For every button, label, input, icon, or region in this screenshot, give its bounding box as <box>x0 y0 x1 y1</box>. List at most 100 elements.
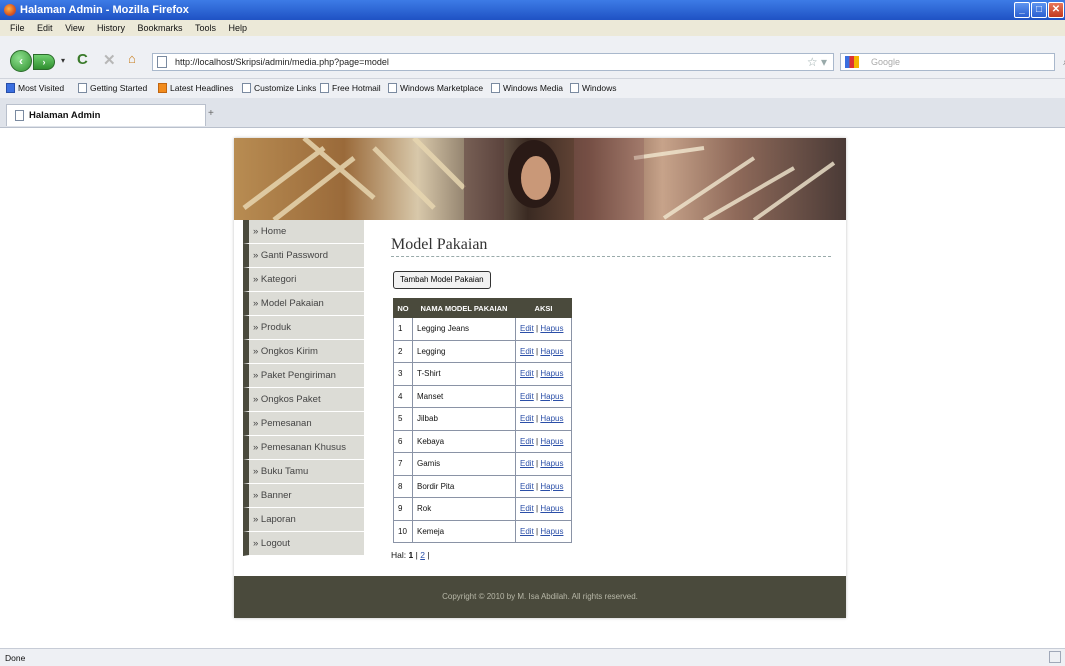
sidebar-item-ganti-password[interactable]: » Ganti Password <box>243 244 364 268</box>
bookmark-windows-marketplace[interactable]: Windows Marketplace <box>388 83 483 93</box>
add-model-button[interactable]: Tambah Model Pakaian <box>393 271 491 289</box>
bookmarks-toolbar: Most Visited Getting Started Latest Head… <box>0 78 1065 98</box>
edit-link[interactable]: Edit <box>520 437 534 446</box>
web-page: » Home » Ganti Password » Kategori » Mod… <box>234 138 846 618</box>
menu-history[interactable]: History <box>97 20 125 36</box>
delete-link[interactable]: Hapus <box>540 527 563 536</box>
delete-link[interactable]: Hapus <box>540 504 563 513</box>
minimize-button[interactable]: _ <box>1014 2 1030 18</box>
sidebar-item-pemesanan-khusus[interactable]: » Pemesanan Khusus <box>243 436 364 460</box>
delete-link[interactable]: Hapus <box>540 324 563 333</box>
forward-button[interactable]: › <box>33 54 55 70</box>
cell-action: Edit | Hapus <box>515 317 572 341</box>
menu-file[interactable]: File <box>10 20 25 36</box>
google-icon[interactable] <box>845 56 859 68</box>
page-footer: Copyright © 2010 by M. Isa Abdilah. All … <box>234 576 846 618</box>
firefox-icon <box>4 4 16 16</box>
delete-link[interactable]: Hapus <box>540 369 563 378</box>
history-dropdown-icon[interactable]: ▾ <box>61 56 65 65</box>
delete-link[interactable]: Hapus <box>540 459 563 468</box>
stop-icon[interactable]: ✕ <box>103 51 116 69</box>
cell-name: T-Shirt <box>412 362 516 386</box>
action-separator: | <box>536 391 539 401</box>
bookmark-getting-started[interactable]: Getting Started <box>78 83 147 93</box>
edit-link[interactable]: Edit <box>520 504 534 513</box>
sidebar-item-home[interactable]: » Home <box>243 220 364 244</box>
edit-link[interactable]: Edit <box>520 527 534 536</box>
new-tab-button[interactable]: + <box>208 108 214 119</box>
cell-name: Kebaya <box>412 429 516 453</box>
delete-link[interactable]: Hapus <box>540 482 563 491</box>
pager-prefix: Hal: <box>391 550 407 560</box>
sidebar-item-produk[interactable]: » Produk <box>243 316 364 340</box>
sidebar-item-ongkos-paket[interactable]: » Ongkos Paket <box>243 388 364 412</box>
edit-link[interactable]: Edit <box>520 369 534 378</box>
url-text[interactable]: http://localhost/Skripsi/admin/media.php… <box>175 57 389 67</box>
menu-edit[interactable]: Edit <box>37 20 53 36</box>
bookmark-free-hotmail[interactable]: Free Hotmail <box>320 83 381 93</box>
menu-help[interactable]: Help <box>229 20 248 36</box>
edit-link[interactable]: Edit <box>520 324 534 333</box>
edit-link[interactable]: Edit <box>520 459 534 468</box>
delete-link[interactable]: Hapus <box>540 392 563 401</box>
delete-link[interactable]: Hapus <box>540 414 563 423</box>
header-banner <box>234 138 846 220</box>
table-row: 3 T-Shirt Edit | Hapus <box>393 362 572 386</box>
home-icon[interactable]: ⌂ <box>128 52 140 65</box>
page-icon <box>388 83 397 93</box>
menu-bookmarks[interactable]: Bookmarks <box>137 20 182 36</box>
bookmark-customize-links[interactable]: Customize Links <box>242 83 316 93</box>
close-button[interactable]: ✕ <box>1048 2 1064 18</box>
bookmark-windows[interactable]: Windows <box>570 83 616 93</box>
banner-image <box>242 138 836 220</box>
edit-link[interactable]: Edit <box>520 414 534 423</box>
most-visited-icon <box>6 83 15 93</box>
cell-no: 8 <box>393 474 413 498</box>
sidebar-item-laporan[interactable]: » Laporan <box>243 508 364 532</box>
edit-link[interactable]: Edit <box>520 482 534 491</box>
table-header-row: NO NAMA MODEL PAKAIAN AKSI <box>393 298 572 318</box>
search-bar[interactable]: Google ⌕ <box>840 53 1065 71</box>
pager-link-2[interactable]: 2 <box>420 550 425 560</box>
window-titlebar: Halaman Admin - Mozilla Firefox _ □ ✕ <box>0 0 1065 20</box>
cell-action: Edit | Hapus <box>515 407 572 431</box>
cell-action: Edit | Hapus <box>515 384 572 408</box>
table-row: 4 Manset Edit | Hapus <box>393 384 572 408</box>
bookmark-latest-headlines[interactable]: Latest Headlines <box>158 83 233 93</box>
edit-link[interactable]: Edit <box>520 347 534 356</box>
bookmark-star-icon[interactable]: ☆ ▾ <box>807 55 827 69</box>
resize-grip-icon[interactable] <box>1049 651 1061 663</box>
bookmark-most-visited[interactable]: Most Visited <box>6 83 64 93</box>
cell-no: 5 <box>393 407 413 431</box>
sidebar-item-buku-tamu[interactable]: » Buku Tamu <box>243 460 364 484</box>
reload-icon[interactable]: C <box>77 51 88 68</box>
edit-link[interactable]: Edit <box>520 392 534 401</box>
action-separator: | <box>536 369 539 379</box>
cell-name: Manset <box>412 384 516 408</box>
sidebar-item-paket-pengiriman[interactable]: » Paket Pengiriman <box>243 364 364 388</box>
maximize-button[interactable]: □ <box>1031 2 1047 18</box>
delete-link[interactable]: Hapus <box>540 347 563 356</box>
sidebar-item-logout[interactable]: » Logout <box>243 532 364 556</box>
cell-action: Edit | Hapus <box>515 339 572 363</box>
admin-sidebar: » Home » Ganti Password » Kategori » Mod… <box>243 220 364 556</box>
menu-tools[interactable]: Tools <box>195 20 216 36</box>
bookmark-windows-media[interactable]: Windows Media <box>491 83 563 93</box>
back-button[interactable]: ‹ <box>10 50 32 72</box>
tab-label: Halaman Admin <box>29 110 101 121</box>
sidebar-item-ongkos-kirim[interactable]: » Ongkos Kirim <box>243 340 364 364</box>
action-separator: | <box>536 346 539 356</box>
address-bar[interactable]: http://localhost/Skripsi/admin/media.php… <box>152 53 834 71</box>
cell-name: Bordir Pita <box>412 474 516 498</box>
cell-name: Legging <box>412 339 516 363</box>
sidebar-item-banner[interactable]: » Banner <box>243 484 364 508</box>
delete-link[interactable]: Hapus <box>540 437 563 446</box>
sidebar-item-model-pakaian[interactable]: » Model Pakaian <box>243 292 364 316</box>
sidebar-item-pemesanan[interactable]: » Pemesanan <box>243 412 364 436</box>
menu-view[interactable]: View <box>65 20 84 36</box>
tab-halaman-admin[interactable]: Halaman Admin <box>6 104 206 126</box>
cell-no: 9 <box>393 497 413 521</box>
sidebar-item-kategori[interactable]: » Kategori <box>243 268 364 292</box>
action-separator: | <box>536 324 539 334</box>
cell-action: Edit | Hapus <box>515 429 572 453</box>
